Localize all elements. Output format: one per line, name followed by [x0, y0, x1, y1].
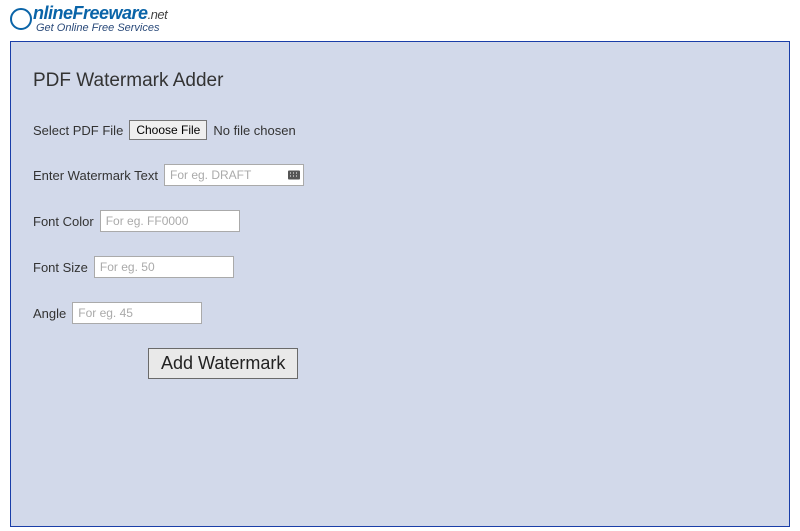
angle-label: Angle [33, 306, 66, 321]
logo-tld: .net [148, 7, 168, 22]
fontsize-label: Font Size [33, 260, 88, 275]
fontcolor-label: Font Color [33, 214, 94, 229]
logo-title: nlineFreeware.net [33, 4, 167, 22]
submit-row: Add Watermark [148, 348, 767, 379]
file-status-text: No file chosen [213, 123, 295, 138]
logo-name: nlineFreeware [33, 3, 148, 23]
choose-file-button[interactable]: Choose File [129, 120, 207, 140]
font-color-input[interactable] [100, 210, 240, 232]
angle-field-row: Angle [33, 302, 767, 324]
fontcolor-field-row: Font Color [33, 210, 767, 232]
site-header: nlineFreeware.net Get Online Free Servic… [0, 0, 800, 36]
file-field-row: Select PDF File Choose File No file chos… [33, 120, 767, 140]
logo-text-block: nlineFreeware.net Get Online Free Servic… [33, 4, 167, 34]
watermark-field-row: Enter Watermark Text [33, 164, 767, 186]
main-panel: PDF Watermark Adder Select PDF File Choo… [10, 41, 790, 527]
page-title: PDF Watermark Adder [33, 70, 767, 92]
logo-circle-icon [10, 8, 32, 30]
logo-tagline: Get Online Free Services [36, 23, 167, 34]
fontsize-field-row: Font Size [33, 256, 767, 278]
font-size-input[interactable] [94, 256, 234, 278]
angle-input[interactable] [72, 302, 202, 324]
file-label: Select PDF File [33, 123, 123, 138]
watermark-label: Enter Watermark Text [33, 168, 158, 183]
add-watermark-button[interactable]: Add Watermark [148, 348, 298, 379]
watermark-text-input[interactable] [164, 164, 304, 186]
